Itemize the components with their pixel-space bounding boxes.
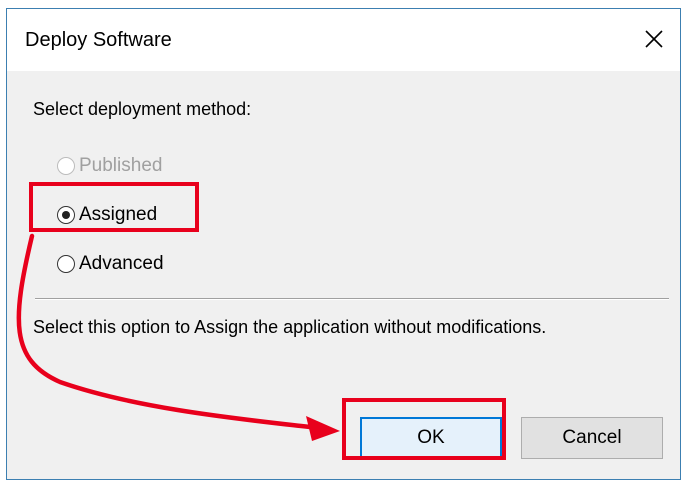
title-bar: Deploy Software [7,9,680,71]
radio-label-advanced: Advanced [79,253,164,274]
deployment-method-label: Select deployment method: [33,99,252,119]
close-icon [645,30,663,48]
radio-assigned[interactable]: Assigned [57,202,157,228]
radio-advanced[interactable]: Advanced [57,251,164,277]
separator [35,298,669,300]
radio-circle-published [57,157,75,175]
radio-circle-advanced [57,255,75,273]
radio-label-assigned: Assigned [79,204,158,225]
radio-label-published: Published [79,155,163,176]
radio-published[interactable]: Published [57,153,162,179]
dialog-title: Deploy Software [25,29,172,51]
cancel-button[interactable]: Cancel [521,417,663,459]
option-description: Select this option to Assign the applica… [33,317,547,337]
radio-circle-assigned [57,206,75,224]
ok-button[interactable]: OK [360,417,502,459]
deploy-software-dialog: Deploy Software Select deployment method… [6,8,681,480]
close-button[interactable] [634,21,674,57]
